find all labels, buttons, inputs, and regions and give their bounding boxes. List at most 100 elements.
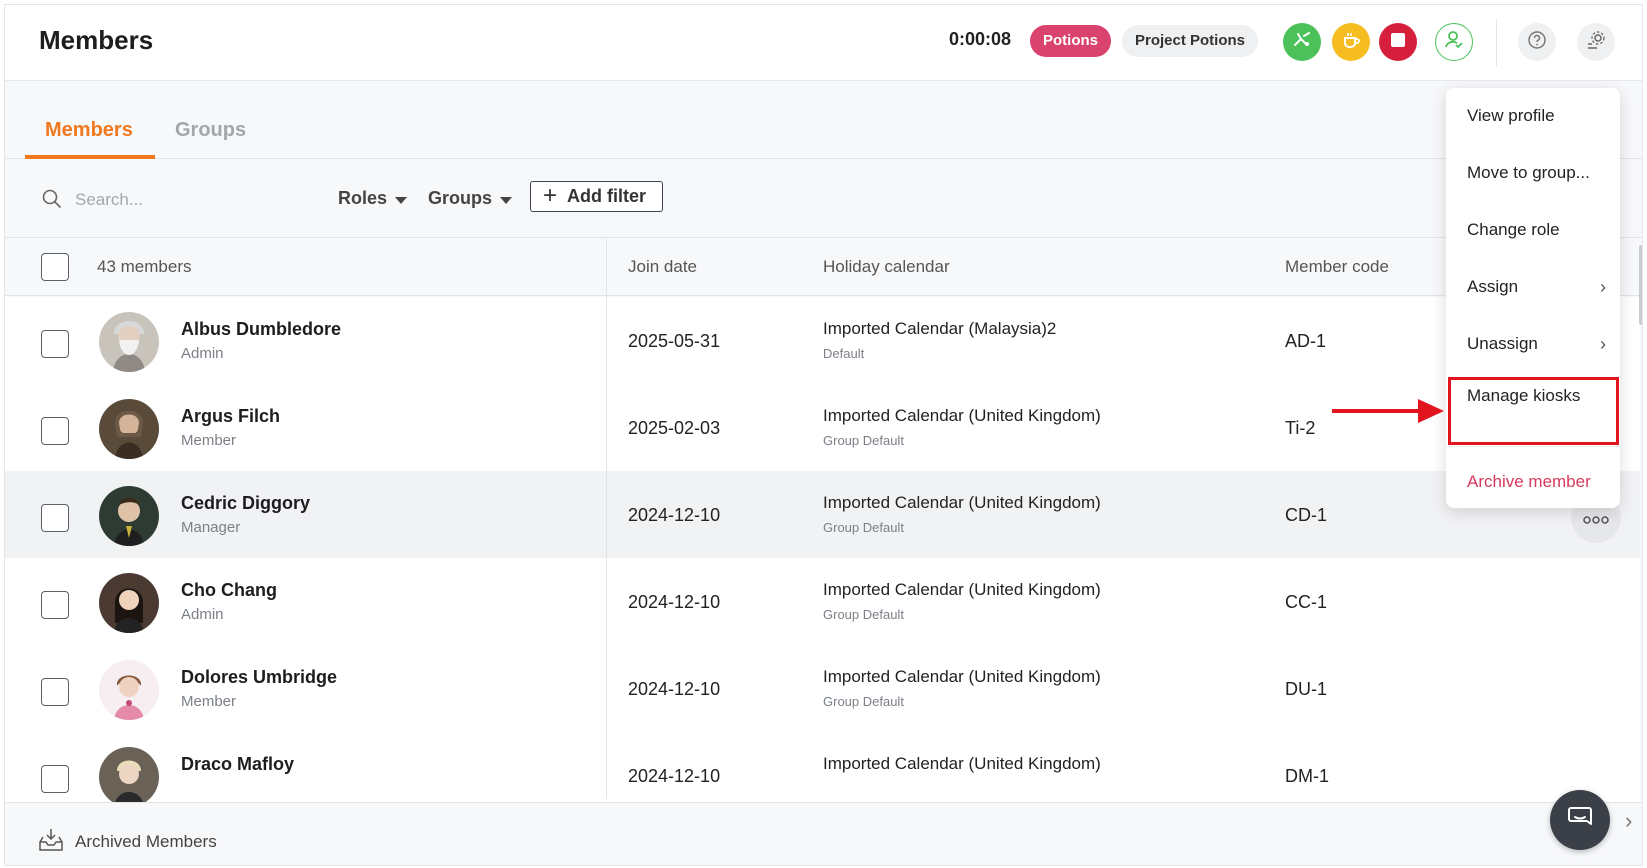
member-name[interactable]: Draco Mafloy xyxy=(181,754,294,775)
calendar-default-label: Group Default xyxy=(823,433,904,448)
chevron-right-icon[interactable]: › xyxy=(1625,808,1632,834)
table-row[interactable]: Albus Dumbledore Admin 2025-05-31 Import… xyxy=(5,297,1640,388)
member-name[interactable]: Albus Dumbledore xyxy=(181,319,341,340)
archive-inbox-icon xyxy=(37,826,65,854)
caret-down-icon xyxy=(500,196,513,204)
member-role: Admin xyxy=(181,606,224,623)
roles-dropdown[interactable]: Roles xyxy=(338,188,408,209)
row-checkbox[interactable] xyxy=(41,417,69,445)
member-code: CC-1 xyxy=(1285,592,1328,612)
avatar xyxy=(99,660,159,720)
user-status-button[interactable] xyxy=(1435,23,1473,61)
archived-members-link[interactable]: Archived Members xyxy=(75,832,217,852)
avatar xyxy=(99,312,159,372)
menu-item-view-profile[interactable]: View profile xyxy=(1446,88,1620,144)
switch-task-button[interactable] xyxy=(1283,23,1321,61)
tab-members[interactable]: Members xyxy=(45,119,133,142)
filter-toolbar: Roles Groups + Add filter xyxy=(5,160,1642,238)
menu-item-unassign[interactable]: Unassign › xyxy=(1446,316,1620,372)
search-input[interactable] xyxy=(75,184,295,216)
member-role: Member xyxy=(181,693,237,710)
column-holiday-calendar[interactable]: Holiday calendar xyxy=(823,257,950,277)
switch-task-icon xyxy=(1292,30,1312,55)
row-checkbox[interactable] xyxy=(41,330,69,358)
tab-groups[interactable]: Groups xyxy=(175,119,246,142)
member-code: CD-1 xyxy=(1285,505,1328,525)
row-checkbox[interactable] xyxy=(41,765,69,793)
add-filter-button[interactable]: + Add filter xyxy=(530,181,663,212)
avatar xyxy=(99,573,159,633)
tab-bar: Members Groups xyxy=(5,82,1642,159)
timer: 0:00:08 xyxy=(949,29,1012,49)
member-actions-menu: View profile Move to group... Change rol… xyxy=(1446,88,1620,508)
member-role: Manager xyxy=(181,519,241,536)
column-member-code[interactable]: Member code xyxy=(1285,257,1389,277)
project-tag[interactable]: Potions xyxy=(1030,25,1111,57)
select-all-checkbox[interactable] xyxy=(41,253,69,281)
member-name[interactable]: Argus Filch xyxy=(181,406,280,427)
member-name[interactable]: Cedric Diggory xyxy=(181,493,310,514)
join-date: 2024-12-10 xyxy=(628,505,721,525)
table-row[interactable]: Cho Chang Admin 2024-12-10 Imported Cale… xyxy=(5,558,1640,649)
table-header: 43 members Join date Holiday calendar Me… xyxy=(5,239,1640,296)
calendar-default-label: Group Default xyxy=(823,607,904,622)
plus-icon: + xyxy=(543,181,558,209)
row-checkbox[interactable] xyxy=(41,504,69,532)
header-divider xyxy=(1496,19,1497,67)
vertical-scrollbar[interactable] xyxy=(1639,245,1642,325)
member-role: Admin xyxy=(181,345,224,362)
caret-down-icon xyxy=(395,196,408,204)
table-row[interactable]: Cedric Diggory Manager 2024-12-10 Import… xyxy=(5,471,1640,562)
search-icon xyxy=(41,188,65,212)
project-name[interactable]: Project Potions xyxy=(1122,25,1259,57)
table-row[interactable]: Argus Filch Member 2025-02-03 Imported C… xyxy=(5,384,1640,475)
break-button[interactable] xyxy=(1332,23,1370,61)
menu-item-assign[interactable]: Assign › xyxy=(1446,259,1620,315)
menu-item-move-to-group[interactable]: Move to group... xyxy=(1446,145,1620,201)
stop-timer-button[interactable] xyxy=(1379,23,1417,61)
footer-bar: Archived Members xyxy=(5,802,1642,865)
roles-label: Roles xyxy=(338,188,388,208)
stop-icon xyxy=(1391,32,1405,52)
member-name[interactable]: Dolores Umbridge xyxy=(181,667,337,688)
annotation-highlight-box xyxy=(1448,377,1619,445)
more-horizontal-icon xyxy=(1583,508,1609,529)
table-row[interactable]: Dolores Umbridge Member 2024-12-10 Impor… xyxy=(5,645,1640,736)
calendar-default-label: Group Default xyxy=(823,520,904,535)
holiday-calendar: Imported Calendar (United Kingdom) xyxy=(823,406,1101,425)
calendar-default-label: Default xyxy=(823,346,865,361)
column-join-date[interactable]: Join date xyxy=(628,257,697,277)
calendar-default-label: Group Default xyxy=(823,694,904,709)
chevron-right-icon: › xyxy=(1600,276,1606,297)
member-name[interactable]: Cho Chang xyxy=(181,580,277,601)
menu-item-change-role[interactable]: Change role xyxy=(1446,202,1620,258)
avatar xyxy=(99,486,159,546)
groups-dropdown[interactable]: Groups xyxy=(428,188,513,209)
avatar xyxy=(99,399,159,459)
join-date: 2024-12-10 xyxy=(628,766,721,786)
annotation-arrow-head-icon xyxy=(1418,399,1444,423)
chevron-right-icon: › xyxy=(1600,333,1606,354)
user-check-icon xyxy=(1443,29,1465,56)
holiday-calendar: Imported Calendar (United Kingdom) xyxy=(823,667,1101,686)
row-checkbox[interactable] xyxy=(41,678,69,706)
app-frame: Members 0:00:08 Potions Project Potions xyxy=(4,4,1643,866)
settings-button[interactable] xyxy=(1577,23,1615,61)
member-code: AD-1 xyxy=(1285,331,1327,351)
page-title: Members xyxy=(39,25,154,55)
member-code: DU-1 xyxy=(1285,679,1328,699)
groups-label: Groups xyxy=(428,188,493,208)
row-checkbox[interactable] xyxy=(41,591,69,619)
holiday-calendar: Imported Calendar (Malaysia)2 xyxy=(823,319,1057,338)
join-date: 2025-05-31 xyxy=(628,331,721,351)
member-count: 43 members xyxy=(97,257,192,276)
menu-item-archive-member[interactable]: Archive member xyxy=(1446,454,1620,510)
chat-support-button[interactable] xyxy=(1550,790,1610,850)
break-cup-icon xyxy=(1341,30,1361,55)
member-code: Ti-2 xyxy=(1285,418,1316,438)
settings-icon xyxy=(1585,29,1607,56)
holiday-calendar: Imported Calendar (United Kingdom) xyxy=(823,580,1101,599)
column-divider xyxy=(606,239,607,799)
help-button[interactable] xyxy=(1518,23,1556,61)
holiday-calendar: Imported Calendar (United Kingdom) xyxy=(823,754,1101,773)
